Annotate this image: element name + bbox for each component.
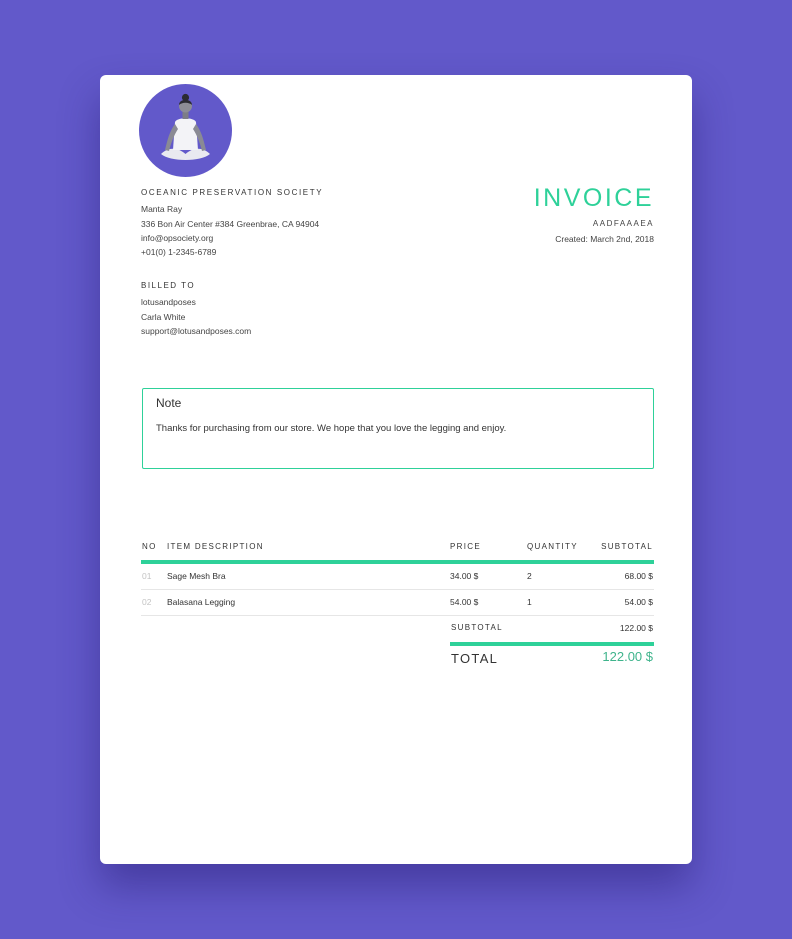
company-name: OCEANIC PRESERVATION SOCIETY — [141, 188, 324, 197]
table-row: 01 Sage Mesh Bra 34.00 $ 2 68.00 $ — [141, 564, 654, 590]
invoice-number: AADFAAAEA — [592, 219, 654, 228]
billed-email: support@lotusandposes.com — [141, 325, 252, 336]
billed-to-label: BILLED TO — [141, 281, 196, 290]
total-label: TOTAL — [451, 651, 499, 666]
total-value: 122.00 $ — [602, 649, 653, 664]
item-subtotal: 68.00 $ — [624, 571, 653, 581]
billed-company: lotusandposes — [141, 297, 196, 308]
company-email: info@opsociety.org — [141, 232, 214, 243]
item-subtotal: 54.00 $ — [624, 597, 653, 607]
note-body: Thanks for purchasing from our store. We… — [156, 423, 507, 434]
billed-name: Carla White — [141, 311, 186, 322]
header-description: ITEM DESCRIPTION — [167, 542, 264, 551]
company-address: 336 Bon Air Center #384 Greenbrae, CA 94… — [141, 218, 320, 229]
item-quantity: 1 — [527, 597, 532, 607]
subtotal-row: SUBTOTAL 122.00 $ — [450, 616, 654, 646]
invoice-meta: INVOICE AADFAAAEA Created: March 2nd, 20… — [534, 183, 654, 244]
item-price: 54.00 $ — [450, 597, 479, 607]
invoice-sheet: OCEANIC PRESERVATION SOCIETY Manta Ray 3… — [100, 75, 692, 864]
item-quantity: 2 — [527, 571, 532, 581]
item-description: Balasana Legging — [167, 597, 236, 607]
item-description: Sage Mesh Bra — [167, 571, 226, 581]
item-no: 02 — [142, 597, 152, 607]
item-price: 34.00 $ — [450, 571, 479, 581]
note-title: Note — [156, 396, 182, 410]
meditating-person-icon — [161, 93, 210, 160]
company-logo — [139, 84, 232, 177]
items-table: NO ITEM DESCRIPTION PRICE QUANTITY SUBTO… — [141, 538, 654, 672]
table-row: 02 Balasana Legging 54.00 $ 1 54.00 $ — [141, 590, 654, 616]
header-no: NO — [142, 542, 157, 551]
subtotal-value: 122.00 $ — [619, 623, 653, 633]
subtotal-label: SUBTOTAL — [451, 623, 503, 632]
total-row: TOTAL 122.00 $ — [450, 646, 654, 672]
company-info: OCEANIC PRESERVATION SOCIETY Manta Ray 3… — [141, 186, 323, 259]
header-subtotal: SUBTOTAL — [601, 542, 653, 551]
header-price: PRICE — [450, 542, 481, 551]
table-header: NO ITEM DESCRIPTION PRICE QUANTITY SUBTO… — [141, 538, 654, 564]
invoice-title: INVOICE — [533, 184, 654, 212]
billed-to: BILLED TO lotusandposes Carla White supp… — [141, 279, 251, 338]
company-contact: Manta Ray — [141, 204, 183, 215]
item-no: 01 — [142, 571, 152, 581]
header-quantity: QUANTITY — [527, 542, 578, 551]
company-phone: +01(0) 1-2345-6789 — [141, 247, 217, 258]
note-box: Note Thanks for purchasing from our stor… — [142, 388, 654, 469]
invoice-created-date: Created: March 2nd, 2018 — [555, 234, 654, 244]
